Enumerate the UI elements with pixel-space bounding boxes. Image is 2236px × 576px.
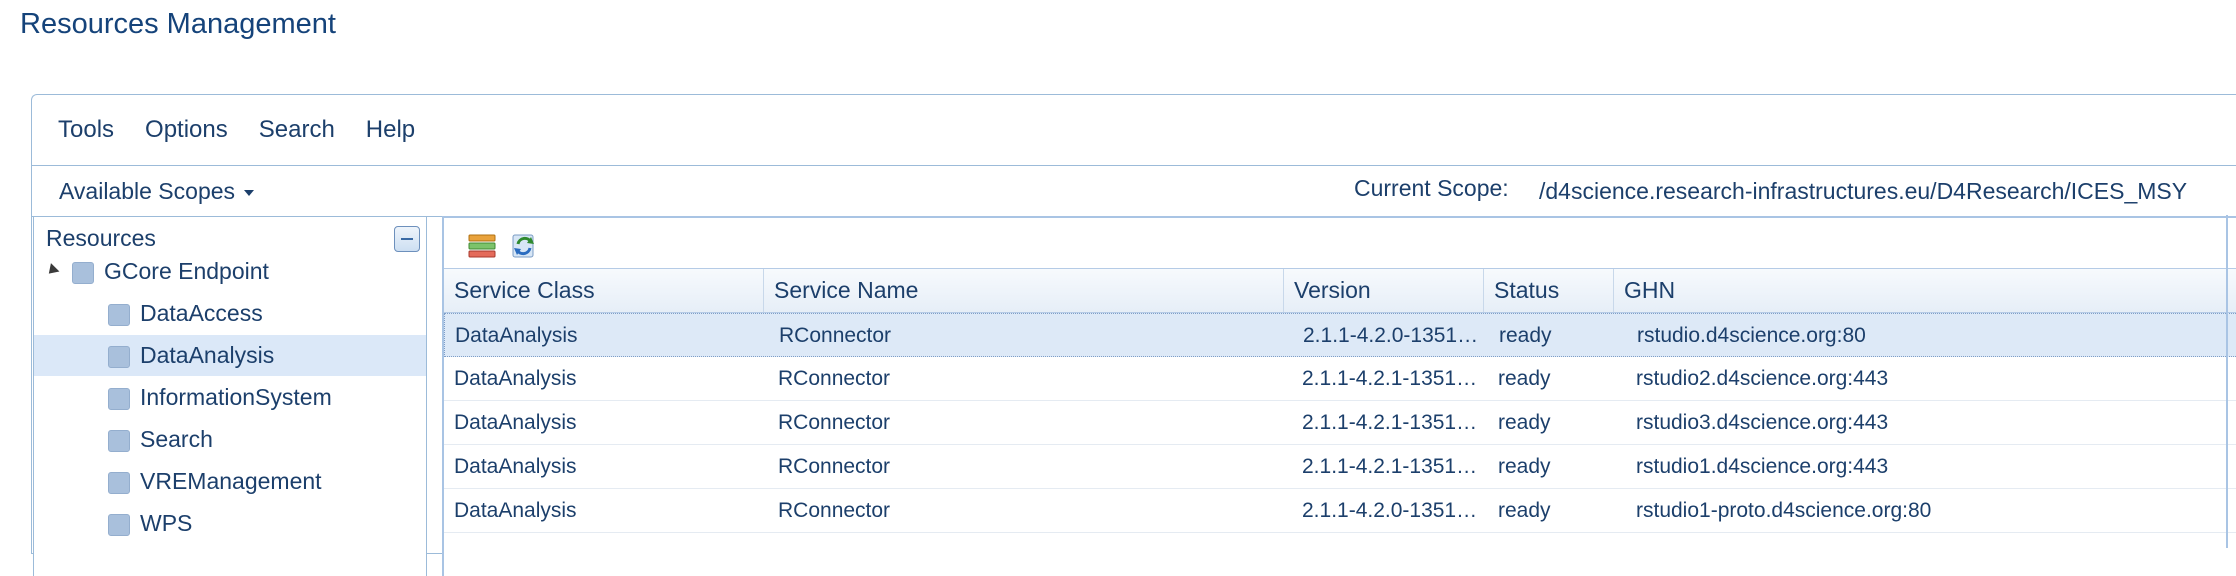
menu-tools[interactable]: Tools: [58, 116, 114, 144]
table-cell: ready: [1498, 411, 1551, 434]
table-row[interactable]: DataAnalysis RConnector 2.1.1-4.2.1-1351… r…: [444, 401, 2236, 445]
table-row[interactable]: DataAnalysis RConnector 2.1.1-4.2.1-1351… r…: [444, 445, 2236, 489]
services-grid: Service Class Service Name Version Status GH…: [444, 268, 2236, 576]
resources-title: Resources: [46, 225, 156, 251]
table-cell: RConnector: [778, 367, 891, 390]
table-cell: DataAnalysis: [454, 411, 577, 434]
table-cell: rstudio1.d4science.org:443: [1636, 455, 1889, 478]
tree-item-label: Search: [140, 426, 213, 452]
resources-panel: Resources GCore Endpoint DataAccess DataAn…: [33, 216, 427, 576]
caret-down-icon: [244, 189, 255, 196]
table-cell: 2.1.1-4.2.1-1351…: [1302, 411, 1478, 434]
table-cell: ready: [1498, 499, 1551, 522]
table-cell: RConnector: [778, 499, 891, 522]
current-scope-label: Current Scope:: [1354, 175, 1509, 201]
folder-icon: [108, 346, 130, 368]
table-cell: rstudio3.d4science.org:443: [1636, 411, 1889, 434]
menubar: Tools Options Search Help: [32, 95, 2236, 165]
page-title: Resources Management: [20, 8, 336, 40]
menu-search[interactable]: Search: [259, 116, 335, 144]
refresh-icon[interactable]: [510, 232, 538, 260]
column-header-status[interactable]: Status: [1484, 269, 1614, 312]
column-header-ghn[interactable]: GHN: [1614, 269, 2236, 312]
tree-item-dataanalysis[interactable]: DataAnalysis: [34, 335, 426, 376]
tree-item-gcore-endpoint[interactable]: GCore Endpoint: [34, 251, 426, 292]
table-row[interactable]: DataAnalysis RConnector 2.1.1-4.2.0-1351… r…: [444, 313, 2236, 357]
tree-item-informationsystem[interactable]: InformationSystem: [34, 377, 426, 418]
table-cell: ready: [1499, 324, 1552, 347]
tree-item-search[interactable]: Search: [34, 419, 426, 460]
grid-toolbar: [444, 218, 2236, 268]
tree-item-label: InformationSystem: [140, 384, 332, 410]
table-cell: ready: [1498, 455, 1551, 478]
column-header-service-class[interactable]: Service Class: [444, 269, 764, 312]
tree-item-wps[interactable]: WPS: [34, 503, 426, 544]
folder-icon: [108, 472, 130, 494]
table-cell: rstudio1-proto.d4science.org:80: [1636, 499, 1932, 522]
available-scopes-label: Available Scopes: [59, 178, 236, 204]
folder-icon: [108, 304, 130, 326]
table-cell: 2.1.1-4.2.0-1351…: [1302, 499, 1478, 522]
table-cell: DataAnalysis: [454, 499, 577, 522]
table-cell: RConnector: [778, 455, 891, 478]
table-cell: rstudio.d4science.org:80: [1637, 324, 1866, 347]
table-cell: RConnector: [779, 324, 892, 347]
table-cell: DataAnalysis: [454, 367, 577, 390]
right-panel-edge: [2226, 215, 2236, 548]
scope-bar: Available Scopes Current Scope: /d4scien…: [32, 165, 2236, 217]
table-cell: ready: [1498, 367, 1551, 390]
table-cell: RConnector: [778, 411, 891, 434]
menu-help[interactable]: Help: [366, 116, 415, 144]
tree-item-label: DataAccess: [140, 300, 263, 326]
tree-item-label: WPS: [140, 510, 193, 536]
tree-item-label: VREManagement: [140, 468, 322, 494]
tree-item-label: DataAnalysis: [140, 342, 275, 368]
table-cell: 2.1.1-4.2.0-1351…: [1303, 324, 1479, 347]
available-scopes-dropdown[interactable]: Available Scopes: [59, 178, 255, 205]
folder-icon: [72, 262, 94, 284]
tree-item-label: GCore Endpoint: [104, 258, 269, 284]
expand-arrow-icon[interactable]: [44, 263, 60, 278]
tree-item-dataaccess[interactable]: DataAccess: [34, 293, 426, 334]
column-header-version[interactable]: Version: [1284, 269, 1484, 312]
menu-options[interactable]: Options: [145, 116, 228, 144]
collapse-panel-button[interactable]: [394, 226, 420, 252]
table-row[interactable]: DataAnalysis RConnector 2.1.1-4.2.0-1351… r…: [444, 489, 2236, 533]
table-cell: rstudio2.d4science.org:443: [1636, 367, 1889, 390]
table-cell: 2.1.1-4.2.1-1351…: [1302, 455, 1478, 478]
services-panel: Service Class Service Name Version Status GH…: [442, 216, 2236, 576]
folder-icon: [108, 388, 130, 410]
table-cell: DataAnalysis: [454, 455, 577, 478]
folder-icon: [108, 430, 130, 452]
tree-item-vremanagement[interactable]: VREManagement: [34, 461, 426, 502]
column-header-service-name[interactable]: Service Name: [764, 269, 1284, 312]
table-row[interactable]: DataAnalysis RConnector 2.1.1-4.2.1-1351… r…: [444, 357, 2236, 401]
app-frame: Tools Options Search Help Available Scop…: [31, 94, 2236, 576]
table-cell: 2.1.1-4.2.1-1351…: [1302, 367, 1478, 390]
grid-view-icon[interactable]: [468, 232, 496, 260]
folder-icon: [108, 514, 130, 536]
table-cell: DataAnalysis: [455, 324, 578, 347]
current-scope-value: /d4science.research-infrastructures.eu/D…: [1539, 178, 2188, 204]
grid-header: Service Class Service Name Version Status GH…: [444, 269, 2236, 313]
